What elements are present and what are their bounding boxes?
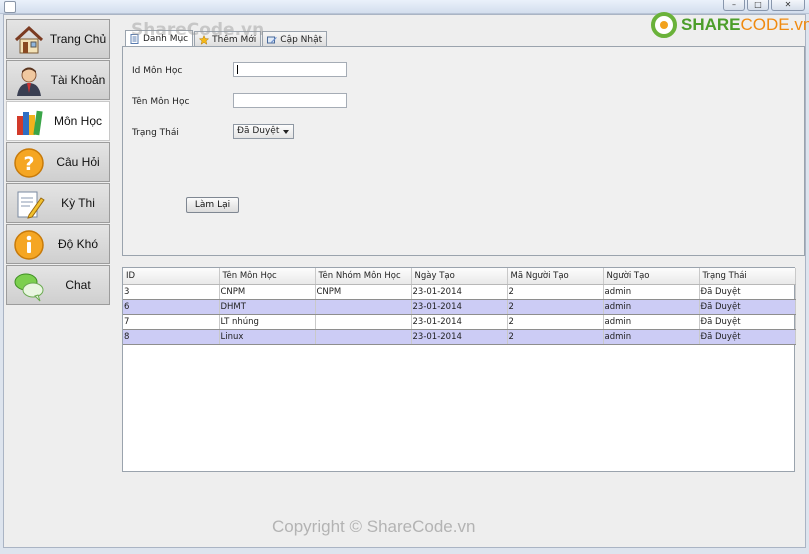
sidebar: Trang Chủ Tài Khoản Môn Học ? Câu Hỏi Kỳ… [6, 19, 110, 311]
id-label: Id Môn Học [132, 66, 183, 76]
table-cell: Đã Duyệt [699, 314, 796, 330]
table-cell [315, 299, 412, 315]
column-header[interactable]: Người Tạo [603, 268, 700, 285]
reset-button[interactable]: Làm Lại [186, 197, 239, 213]
table-cell: 23-01-2014 [411, 284, 508, 300]
sidebar-item-label: Môn Học [53, 114, 103, 128]
sidebar-item-do-kho[interactable]: Độ Khó [6, 224, 110, 264]
close-button[interactable]: ✕ [771, 0, 805, 11]
user-icon [17, 67, 41, 96]
sidebar-item-chat[interactable]: Chat [6, 265, 110, 305]
table-cell [315, 314, 412, 330]
table-cell [315, 329, 412, 345]
table-cell: 23-01-2014 [411, 314, 508, 330]
sidebar-item-label: Chat [65, 278, 91, 292]
table-cell: admin [603, 314, 700, 330]
sidebar-item-label: Trang Chủ [49, 32, 107, 46]
star-icon [199, 34, 210, 45]
column-header[interactable]: Tên Môn Học [219, 268, 316, 285]
name-label: Tên Môn Học [132, 97, 190, 107]
table-cell: admin [603, 299, 700, 315]
info-icon [14, 230, 44, 260]
table-cell: admin [603, 284, 700, 300]
app-window: Trang Chủ Tài Khoản Môn Học ? Câu Hỏi Kỳ… [3, 14, 806, 548]
main-panel: Danh Mục Thêm Mới Cập Nhật Id Môn Học Tê… [121, 19, 805, 543]
column-header[interactable]: Tên Nhóm Môn Học [315, 268, 412, 285]
table-cell: 8 [123, 329, 220, 345]
table-cell: CNPM [315, 284, 412, 300]
table-cell: 2 [507, 284, 604, 300]
sidebar-item-label: Câu Hỏi [56, 155, 100, 169]
question-icon: ? [14, 148, 44, 178]
table-cell: 3 [123, 284, 220, 300]
sidebar-item-mon-hoc[interactable]: Môn Học [6, 101, 110, 141]
table-cell: 2 [507, 299, 604, 315]
sidebar-item-cau-hoi[interactable]: ? Câu Hỏi [6, 142, 110, 182]
column-header[interactable]: Trạng Thái [699, 268, 796, 285]
table-cell: CNPM [219, 284, 316, 300]
name-input[interactable] [233, 93, 347, 108]
table-header-row: ID Tên Môn Học Tên Nhóm Môn Học Ngày Tạo… [123, 268, 796, 285]
table-cell: 6 [123, 299, 220, 315]
sharecode-logo: SHARECODE.vn [651, 11, 809, 39]
tab-cap-nhat[interactable]: Cập Nhật [262, 31, 328, 47]
column-header[interactable]: Ngày Tạo [411, 268, 508, 285]
text-cursor [237, 65, 238, 74]
table-cell: LT nhúng [219, 314, 316, 330]
table-cell: 23-01-2014 [411, 299, 508, 315]
logo-code: CODE.vn [740, 15, 809, 34]
table-cell: 2 [507, 329, 604, 345]
maximize-button[interactable]: □ [747, 0, 769, 11]
table-row[interactable]: 3 CNPM CNPM 23-01-2014 2 admin Đã Duyệt [123, 284, 796, 300]
sidebar-item-label: Độ Khó [57, 237, 99, 251]
sidebar-item-tai-khoan[interactable]: Tài Khoản [6, 60, 110, 100]
table-cell: 7 [123, 314, 220, 330]
table-cell: 23-01-2014 [411, 329, 508, 345]
sidebar-item-label: Kỳ Thi [61, 196, 95, 210]
subjects-table: ID Tên Môn Học Tên Nhóm Môn Học Ngày Tạo… [123, 268, 796, 345]
table-cell: Đã Duyệt [699, 299, 796, 315]
list-doc-icon [130, 34, 139, 44]
table-row[interactable]: 8 Linux 23-01-2014 2 admin Đã Duyệt [123, 329, 796, 345]
table-cell: DHMT [219, 299, 316, 315]
tab-label: Cập Nhật [280, 34, 323, 45]
window-controls: – □ ✕ [723, 0, 805, 11]
status-select-value: Đã Duyệt [237, 126, 280, 136]
svg-text:?: ? [23, 153, 34, 175]
column-header[interactable]: ID [123, 268, 220, 285]
id-input[interactable] [233, 62, 347, 77]
table-cell: Đã Duyệt [699, 284, 796, 300]
sharecode-logo-text: SHARECODE.vn [681, 15, 809, 35]
tab-label: Danh Mục [143, 34, 189, 44]
table-cell: admin [603, 329, 700, 345]
sidebar-item-trang-chu[interactable]: Trang Chủ [6, 19, 110, 59]
minimize-button[interactable]: – [723, 0, 745, 11]
form-panel: Id Môn Học Tên Môn Học Trạng Thái Đã Duy… [122, 46, 805, 256]
table-cell: Linux [219, 329, 316, 345]
table-row[interactable]: 6 DHMT 23-01-2014 2 admin Đã Duyệt [123, 299, 796, 315]
logo-share: SHARE [681, 15, 741, 34]
tab-danh-muc[interactable]: Danh Mục [125, 30, 194, 47]
subjects-table-panel: ID Tên Môn Học Tên Nhóm Môn Học Ngày Tạo… [122, 267, 796, 472]
exam-pencil-icon [17, 191, 45, 219]
tab-them-moi[interactable]: Thêm Mới [194, 31, 262, 47]
table-row[interactable]: 7 LT nhúng 23-01-2014 2 admin Đã Duyệt [123, 314, 796, 330]
sidebar-item-ky-thi[interactable]: Kỳ Thi [6, 183, 110, 223]
chevron-down-icon [283, 130, 289, 134]
sidebar-item-label: Tài Khoản [50, 73, 106, 87]
chat-bubbles-icon [14, 273, 44, 302]
books-icon [17, 110, 43, 136]
tab-bar: Danh Mục Thêm Mới Cập Nhật [125, 30, 328, 47]
sharecode-logo-icon [651, 12, 677, 38]
house-icon [14, 25, 44, 54]
app-icon [4, 1, 16, 13]
status-label: Trạng Thái [132, 128, 179, 138]
table-cell: 2 [507, 314, 604, 330]
table-cell: Đã Duyệt [699, 329, 796, 345]
column-header[interactable]: Mã Người Tạo [507, 268, 604, 285]
edit-icon [267, 36, 278, 43]
tab-label: Thêm Mới [212, 34, 257, 45]
status-select[interactable]: Đã Duyệt [233, 124, 294, 139]
